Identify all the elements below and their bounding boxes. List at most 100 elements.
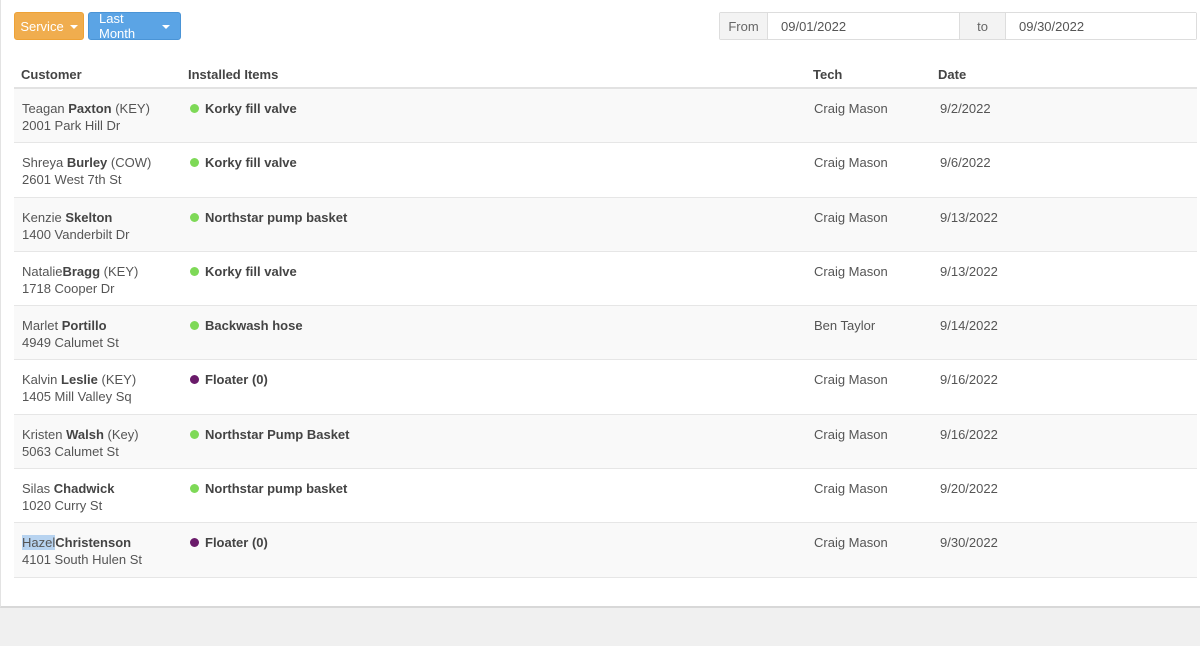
- customer-address: 1400 Vanderbilt Dr: [22, 226, 130, 242]
- customer-first-name: Kenzie: [22, 209, 66, 225]
- caret-down-icon: [69, 25, 78, 29]
- installed-item: Northstar pump basket: [190, 480, 347, 497]
- customer-address: 1718 Cooper Dr: [22, 280, 115, 296]
- table-body: Teagan Paxton (KEY) 2001 Park Hill Dr Kork…: [14, 89, 1197, 578]
- column-header-items[interactable]: Installed Items: [188, 67, 278, 82]
- customer-cell: Teagan Paxton (KEY) 2001 Park Hill Dr: [22, 100, 150, 134]
- table-row[interactable]: Kristen Walsh (Key) 5063 Calumet St Norths…: [14, 414, 1197, 470]
- caret-down-icon: [162, 25, 170, 29]
- table-row[interactable]: Teagan Paxton (KEY) 2001 Park Hill Dr Kork…: [14, 89, 1197, 144]
- service-button-label: Service: [20, 18, 64, 34]
- customer-address: 1020 Curry St: [22, 498, 103, 514]
- item-name: Floater (0): [205, 372, 268, 388]
- table-row[interactable]: HazelChristenson 4101 South Hulen St Float…: [14, 523, 1197, 578]
- customer-tag: (COW): [107, 155, 152, 171]
- tech-cell: Craig Mason: [814, 372, 888, 388]
- customer-last-name: Walsh: [66, 426, 104, 442]
- date-cell: 9/13/2022: [940, 209, 998, 225]
- customer-name[interactable]: Kristen Walsh (Key): [22, 426, 139, 443]
- status-dot-icon: [190, 429, 199, 439]
- customer-last-name: Paxton: [68, 101, 112, 116]
- customer-first-name: Hazel: [22, 535, 56, 551]
- customer-first-name: Silas: [22, 481, 54, 497]
- item-name: Northstar pump basket: [205, 209, 348, 225]
- date-range: From to: [719, 12, 1197, 40]
- table-row[interactable]: Marlet Portillo 4949 Calumet St Backwash h…: [14, 306, 1197, 361]
- customer-name[interactable]: Silas Chadwick: [22, 480, 114, 497]
- installed-items-table: Customer Installed Items Tech Date Teaga…: [14, 58, 1197, 578]
- tech-cell: Craig Mason: [814, 263, 888, 279]
- customer-last-name: Leslie: [61, 372, 98, 388]
- status-dot-icon: [190, 266, 199, 276]
- item-name: Korky fill valve: [205, 101, 297, 116]
- installed-item: Floater (0): [190, 371, 268, 388]
- item-name: Northstar Pump Basket: [205, 426, 350, 442]
- installed-item: Korky fill valve: [190, 100, 297, 117]
- installed-item: Northstar pump basket: [190, 209, 347, 226]
- customer-address: 5063 Calumet St: [22, 443, 119, 459]
- item-name: Korky fill valve: [205, 263, 297, 279]
- from-label: From: [720, 13, 768, 39]
- installed-item: Korky fill valve: [190, 263, 297, 280]
- tech-cell: Craig Mason: [814, 535, 888, 551]
- customer-cell: Kalvin Leslie (KEY) 1405 Mill Valley Sq: [22, 371, 136, 405]
- table-row[interactable]: NatalieBragg (KEY) 1718 Cooper Dr Korky fi…: [14, 252, 1197, 307]
- customer-tag: (KEY): [100, 263, 139, 279]
- table-row[interactable]: Kenzie Skelton 1400 Vanderbilt Dr Northsta…: [14, 197, 1197, 252]
- customer-name[interactable]: Marlet Portillo: [22, 317, 119, 334]
- tech-cell: Ben Taylor: [814, 318, 876, 334]
- date-cell: 9/16/2022: [940, 426, 998, 442]
- date-cell: 9/13/2022: [940, 263, 998, 279]
- customer-name[interactable]: Teagan Paxton (KEY): [22, 100, 150, 117]
- customer-tag: (KEY): [97, 372, 137, 388]
- customer-first-name: Natalie: [22, 263, 63, 279]
- toolbar: Service Last Month: [14, 11, 181, 41]
- installed-item: Northstar Pump Basket: [190, 426, 349, 443]
- status-dot-icon: [190, 321, 199, 331]
- customer-name[interactable]: Shreya Burley (COW): [22, 154, 151, 171]
- table-row[interactable]: Kalvin Leslie (KEY) 1405 Mill Valley Sq Fl…: [14, 360, 1197, 415]
- customer-last-name: Portillo: [61, 318, 107, 334]
- customer-cell: Shreya Burley (COW) 2601 West 7th St: [22, 154, 151, 188]
- customer-first-name: Teagan: [22, 101, 69, 116]
- customer-name[interactable]: Kenzie Skelton: [22, 209, 129, 226]
- tech-cell: Craig Mason: [814, 209, 888, 225]
- column-header-tech[interactable]: Tech: [813, 67, 842, 82]
- period-dropdown-button[interactable]: Last Month: [88, 11, 181, 41]
- installed-item: Korky fill valve: [190, 154, 297, 171]
- installed-item: Floater (0): [190, 534, 268, 551]
- customer-last-name: Bragg: [62, 263, 101, 279]
- status-dot-icon: [190, 375, 199, 385]
- status-dot-icon: [190, 538, 199, 548]
- customer-address: 4949 Calumet St: [22, 335, 119, 351]
- customer-name[interactable]: NatalieBragg (KEY): [22, 263, 138, 280]
- date-cell: 9/14/2022: [940, 318, 998, 334]
- customer-cell: Silas Chadwick 1020 Curry St: [22, 480, 114, 514]
- item-name: Northstar pump basket: [205, 481, 348, 497]
- customer-first-name: Kristen: [22, 426, 67, 442]
- from-date-input[interactable]: [768, 13, 959, 39]
- to-label: to: [959, 13, 1006, 39]
- to-date-input[interactable]: [1006, 13, 1196, 39]
- customer-first-name: Marlet: [22, 318, 62, 334]
- tech-cell: Craig Mason: [814, 101, 888, 116]
- column-header-customer[interactable]: Customer: [21, 67, 82, 82]
- table-row[interactable]: Silas Chadwick 1020 Curry St Northstar pum…: [14, 469, 1197, 524]
- customer-name[interactable]: HazelChristenson: [22, 534, 142, 551]
- status-dot-icon: [190, 104, 199, 113]
- table-header: Customer Installed Items Tech Date: [14, 58, 1197, 89]
- item-name: Floater (0): [205, 535, 268, 551]
- service-dropdown-button[interactable]: Service: [14, 12, 84, 40]
- table-row[interactable]: Shreya Burley (COW) 2601 West 7th St Korky…: [14, 143, 1197, 198]
- customer-cell: NatalieBragg (KEY) 1718 Cooper Dr: [22, 263, 138, 297]
- date-cell: 9/6/2022: [940, 155, 991, 171]
- customer-cell: Kenzie Skelton 1400 Vanderbilt Dr: [22, 209, 129, 243]
- customer-name[interactable]: Kalvin Leslie (KEY): [22, 371, 136, 388]
- customer-address: 1405 Mill Valley Sq: [22, 389, 132, 405]
- status-dot-icon: [190, 212, 199, 222]
- customer-tag: (KEY): [111, 101, 150, 116]
- customer-address: 4101 South Hulen St: [22, 552, 142, 568]
- period-button-label: Last Month: [99, 11, 136, 41]
- status-dot-icon: [190, 158, 199, 168]
- column-header-date[interactable]: Date: [938, 67, 966, 82]
